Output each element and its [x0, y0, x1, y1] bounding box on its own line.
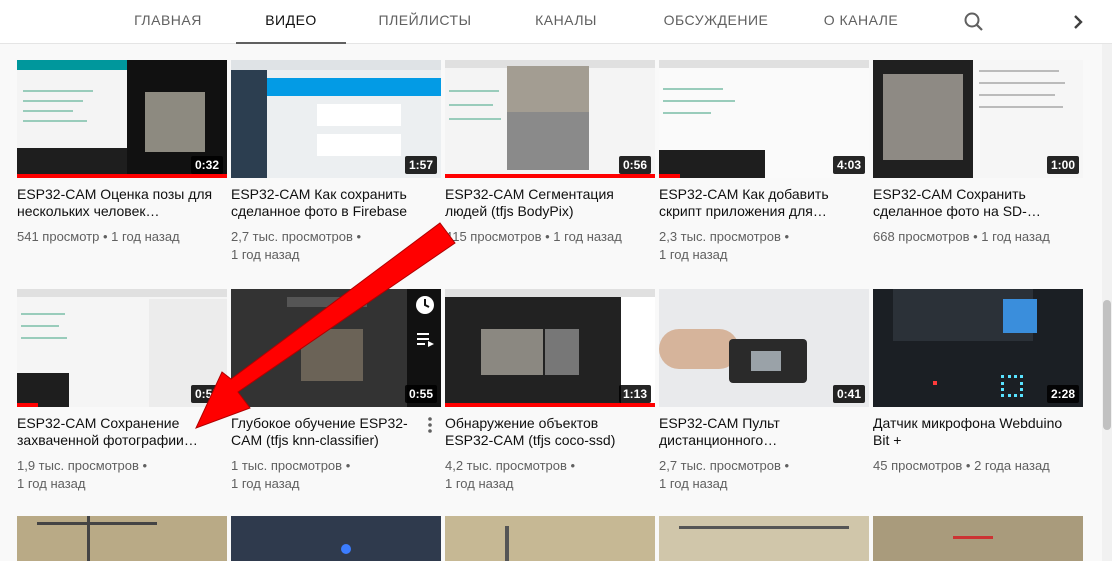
video-duration: 1:57 [404, 156, 437, 174]
video-thumbnail[interactable] [873, 516, 1083, 561]
watch-progress-bar [445, 174, 655, 178]
video-thumbnail[interactable]: 0:56 [445, 60, 655, 178]
upload-age: 1 год назад [553, 229, 622, 244]
video-thumbnail[interactable]: 0:55 [231, 289, 441, 407]
view-count: 45 просмотров [873, 458, 963, 473]
video-title[interactable]: ESP32-CAM Пульт дистанционного… [659, 415, 859, 449]
video-thumbnail[interactable] [231, 516, 441, 561]
video-title[interactable]: ESP32-CAM Как добавить скрипт приложения… [659, 186, 859, 220]
video-duration: 2:28 [1046, 385, 1079, 403]
watch-progress-bar [659, 174, 680, 178]
chevron-right-icon[interactable] [1064, 8, 1092, 36]
video-title[interactable]: ESP32-CAM Сохранение захваченной фотогра… [17, 415, 217, 449]
watch-progress-bar [17, 403, 38, 407]
video-title[interactable]: ESP32-CAM Сегментация людей (tfjs BodyPi… [445, 186, 645, 220]
video-title[interactable]: Глубокое обучение ESP32-CAM (tfjs knn-cl… [231, 415, 431, 449]
upload-age: 2 года назад [974, 458, 1050, 473]
video-meta: 541 просмотр • 1 год назад [17, 229, 180, 244]
video-title[interactable]: Обнаружение объектов ESP32-CAM (tfjs coc… [445, 415, 645, 449]
scrollbar-thumb[interactable] [1103, 300, 1111, 430]
video-thumbnail[interactable]: 0:32 [17, 60, 227, 178]
video-thumbnail[interactable]: 1:57 [231, 60, 441, 178]
video-thumbnail[interactable] [445, 516, 655, 561]
tab-discussion[interactable]: ОБСУЖДЕНИЕ [646, 0, 786, 44]
video-duration: 0:55 [190, 385, 223, 403]
video-duration: 1:00 [1046, 156, 1079, 174]
upload-age: 1 год назад [111, 229, 180, 244]
video-meta: 2,3 тыс. просмотров • 1 год назад [659, 229, 790, 262]
upload-age: 1 год назад [231, 476, 300, 491]
view-count: 541 просмотр [17, 229, 100, 244]
video-meta: 668 просмотров • 1 год назад [873, 229, 1050, 244]
tab-channels[interactable]: КАНАЛЫ [516, 0, 616, 44]
tab-home[interactable]: ГЛАВНАЯ [118, 0, 218, 44]
view-count: 4,2 тыс. просмотров [445, 458, 567, 473]
video-duration: 0:32 [190, 156, 223, 174]
video-meta: 45 просмотров • 2 года назад [873, 458, 1050, 473]
video-meta: 1,9 тыс. просмотров • 1 год назад [17, 458, 148, 491]
view-count: 1 тыс. просмотров [231, 458, 343, 473]
video-meta: 415 просмотров • 1 год назад [445, 229, 622, 244]
view-count: 2,7 тыс. просмотров [659, 458, 781, 473]
upload-age: 1 год назад [231, 247, 300, 262]
video-meta: 1 тыс. просмотров • 1 год назад [231, 458, 351, 491]
channel-tab-bar: ГЛАВНАЯ ВИДЕО ПЛЕЙЛИСТЫ КАНАЛЫ ОБСУЖДЕНИ… [0, 0, 1112, 44]
clock-icon[interactable] [413, 293, 437, 317]
video-thumbnail[interactable]: 0:55 [17, 289, 227, 407]
upload-age: 1 год назад [659, 247, 728, 262]
video-duration: 4:03 [832, 156, 865, 174]
video-meta: 4,2 тыс. просмотров • 1 год назад [445, 458, 576, 491]
tab-about[interactable]: О КАНАЛЕ [808, 0, 914, 44]
video-duration: 0:56 [618, 156, 651, 174]
upload-age: 1 год назад [659, 476, 728, 491]
more-vert-icon[interactable] [424, 415, 436, 435]
video-title[interactable]: ESP32-CAM Сохранить сделанное фото на SD… [873, 186, 1073, 220]
tab-playlists[interactable]: ПЛЕЙЛИСТЫ [362, 0, 488, 44]
video-thumbnail[interactable]: 1:00 [873, 60, 1083, 178]
watch-progress-bar [445, 403, 655, 407]
search-icon[interactable] [960, 8, 988, 36]
video-thumbnail[interactable] [17, 516, 227, 561]
video-meta: 2,7 тыс. просмотров • 1 год назад [659, 458, 790, 491]
video-duration: 0:55 [404, 385, 437, 403]
video-thumbnail[interactable] [659, 516, 869, 561]
view-count: 2,7 тыс. просмотров [231, 229, 353, 244]
video-meta: 2,7 тыс. просмотров • 1 год назад [231, 229, 362, 262]
view-count: 415 просмотров [445, 229, 542, 244]
video-duration: 0:41 [832, 385, 865, 403]
video-thumbnail[interactable]: 2:28 [873, 289, 1083, 407]
video-duration: 1:13 [618, 385, 651, 403]
video-title[interactable]: Датчик микрофона Webduino Bit + [873, 415, 1073, 449]
video-thumbnail[interactable]: 1:13 [445, 289, 655, 407]
view-count: 1,9 тыс. просмотров [17, 458, 139, 473]
video-title[interactable]: ESP32-CAM Оценка позы для нескольких чел… [17, 186, 217, 220]
upload-age: 1 год назад [981, 229, 1050, 244]
video-thumbnail[interactable]: 0:41 [659, 289, 869, 407]
upload-age: 1 год назад [445, 476, 514, 491]
tab-video[interactable]: ВИДЕО [236, 0, 346, 44]
upload-age: 1 год назад [17, 476, 86, 491]
watch-progress-bar [17, 174, 227, 178]
view-count: 2,3 тыс. просмотров [659, 229, 781, 244]
video-thumbnail[interactable]: 4:03 [659, 60, 869, 178]
video-title[interactable]: ESP32-CAM Как сохранить сделанное фото в… [231, 186, 431, 220]
playlist-add-icon[interactable] [413, 327, 437, 351]
view-count: 668 просмотров [873, 229, 970, 244]
